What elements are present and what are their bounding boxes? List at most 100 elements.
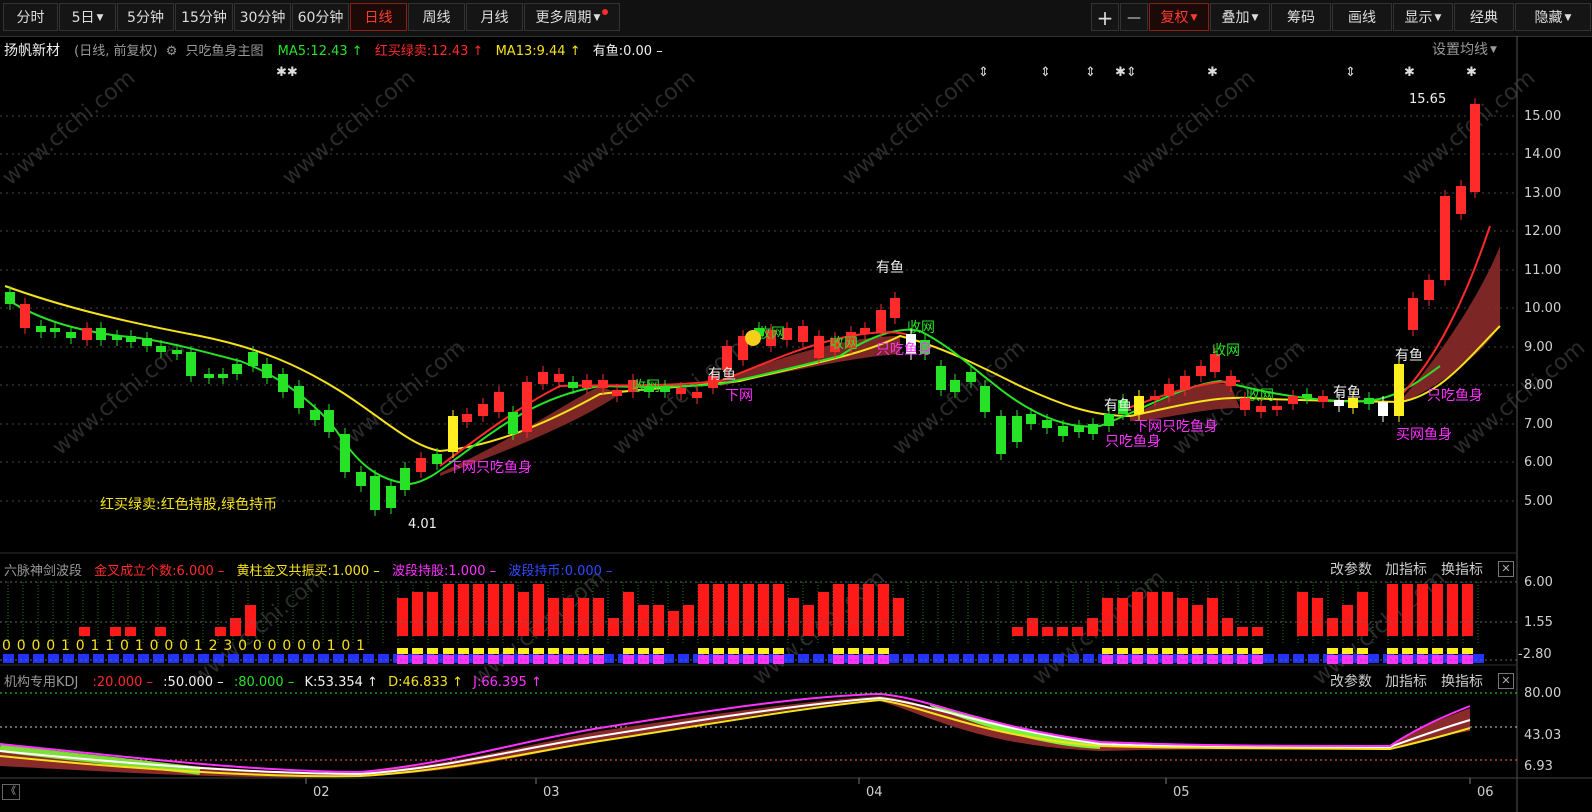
candle-body [554, 374, 564, 382]
panel2-params-button[interactable]: 改参数 [1330, 559, 1372, 579]
p2-blue-bar [1038, 654, 1049, 663]
p2-blue-bar [93, 654, 104, 663]
p2-blue-bar [168, 654, 179, 663]
chart-canvas: www.cfchi.com www.cfchi.com www.cfchi.com w… [0, 36, 1592, 812]
p2-red-bar [1462, 584, 1473, 636]
scroll-left-button[interactable]: 《 [2, 784, 20, 800]
candle-body [1288, 396, 1298, 404]
p2-magenta-bar [488, 655, 499, 664]
main-grid [0, 115, 1517, 502]
p2-red-bar [1252, 627, 1263, 636]
p2-red-bar [427, 592, 438, 636]
tab-fenshi[interactable]: 分时 [3, 3, 58, 31]
svg-text:04: 04 [866, 785, 883, 800]
p2-blue-bar [903, 654, 914, 663]
p2-yellow-bar [1192, 648, 1203, 654]
candle-body [950, 380, 960, 392]
candle-body [248, 352, 258, 366]
youyu-label-5: 有鱼 [1395, 347, 1423, 364]
candle-body [278, 374, 288, 392]
p2-magenta-bar [698, 655, 709, 664]
shouwang-label-2: 收网 [757, 326, 785, 342]
panel3-title[interactable]: 机构专用KDJ [4, 675, 78, 690]
shouwang-label-3: 收网 [830, 336, 858, 352]
youyu-label-4: 有鱼 [1333, 384, 1361, 401]
p2-red-bar [758, 584, 769, 636]
tab-60min[interactable]: 60分钟 [292, 3, 349, 31]
candle-body [966, 372, 976, 382]
p2-yellow-bar [458, 648, 469, 654]
p2-blue-bar [798, 654, 809, 663]
panel2-header: 六脉神剑波段 金叉成立个数:6.000 – 黄柱金叉共振买:1.000 – 波段… [4, 564, 613, 579]
tab-daily[interactable]: 日线 [350, 3, 407, 31]
candle-body [112, 336, 122, 340]
p2-red-bar [125, 627, 136, 636]
chevron-down-icon: ▼ [1434, 13, 1442, 23]
tab-5min[interactable]: 5分钟 [117, 3, 174, 31]
watermark-text: www.cfchi.com [838, 65, 980, 190]
zoom-in-button[interactable]: + [1091, 3, 1119, 31]
candle-body [1302, 394, 1312, 398]
p2-yellow-bar [743, 648, 754, 654]
zoom-out-button[interactable]: — [1120, 3, 1148, 31]
adjust-rights-button[interactable]: 复权 ▼ [1149, 3, 1209, 31]
p2-magenta-bar [713, 655, 724, 664]
hide-button[interactable]: 隐藏 ▼ [1515, 3, 1591, 31]
panel2-add-button[interactable]: 加指标 [1385, 559, 1427, 579]
classic-button[interactable]: 经典 [1454, 3, 1514, 31]
panel2-title[interactable]: 六脉神剑波段 [4, 564, 82, 579]
p2-red-bar [848, 584, 859, 636]
kdj-l80: :80.000 [233, 675, 284, 690]
zcys-label-2: 只吃鱼身 [1105, 433, 1161, 450]
tab-monthly[interactable]: 月线 [466, 3, 523, 31]
panel3-params-button[interactable]: 改参数 [1330, 671, 1372, 691]
tab-5day[interactable]: 5日 ▼ [59, 3, 116, 31]
maiwang-label: 买网鱼身 [1396, 426, 1452, 443]
panel2-swap-button[interactable]: 换指标 [1441, 559, 1483, 579]
p2-yellow-bar [1102, 648, 1113, 654]
panel3-swap-button[interactable]: 换指标 [1441, 671, 1483, 691]
p2-yellow-bar [1237, 648, 1248, 654]
p2-blue-bar [933, 654, 944, 663]
panel3-close-icon[interactable]: ✕ [1498, 673, 1514, 689]
p2-red-bar [653, 605, 664, 636]
p2-magenta-bar [548, 655, 559, 664]
p2-yellow-bar [1447, 648, 1458, 654]
p2-blue-bar [678, 654, 689, 663]
candle-body [568, 382, 578, 388]
p2-blue-bar [1308, 654, 1319, 663]
p2-blue-bar [63, 654, 74, 663]
candle-body [448, 416, 458, 452]
chips-button[interactable]: 筹码 [1271, 3, 1331, 31]
p2-yellow-bar [1147, 648, 1158, 654]
p2-blue-bar [3, 654, 14, 663]
p2-blue-bar [243, 654, 254, 663]
p2-magenta-bar [578, 655, 589, 664]
display-button[interactable]: 显示 ▼ [1393, 3, 1453, 31]
signal-markers: ✱✱ ⇕ ⇕ ⇕ ✱⇕ ✱ ⇕ ✱ ✱ [276, 65, 1477, 80]
tab-30min[interactable]: 30分钟 [234, 3, 291, 31]
draw-line-button[interactable]: 画线 [1332, 3, 1392, 31]
candle-body [1042, 420, 1052, 428]
p2-red-bar [397, 598, 408, 636]
p2-blue-bar [333, 654, 344, 663]
panel2-close-icon[interactable]: ✕ [1498, 561, 1514, 577]
p2-blue-bar [198, 654, 209, 663]
p2-red-bar [1087, 618, 1098, 636]
panel3-add-button[interactable]: 加指标 [1385, 671, 1427, 691]
candle-body [186, 352, 196, 376]
p2-red-bar [878, 584, 889, 636]
tab-weekly[interactable]: 周线 [408, 3, 465, 31]
tab-more-periods[interactable]: 更多周期 ▼ [524, 3, 620, 31]
xiawang-zcys-label-1: 下网只吃鱼身 [448, 459, 532, 476]
p2-red-bar [743, 584, 754, 636]
p2-yellow-bar [1417, 648, 1428, 654]
p2-red-bar [578, 598, 589, 636]
watermark-text: www.cfchi.com [48, 335, 190, 460]
p2-blue-bar [48, 654, 59, 663]
p2-red-bar [412, 592, 423, 636]
high-label: 15.65 [1409, 92, 1446, 107]
overlay-button[interactable]: 叠加 ▼ [1210, 3, 1270, 31]
tab-15min[interactable]: 15分钟 [175, 3, 233, 31]
svg-text:9.00: 9.00 [1524, 340, 1553, 355]
